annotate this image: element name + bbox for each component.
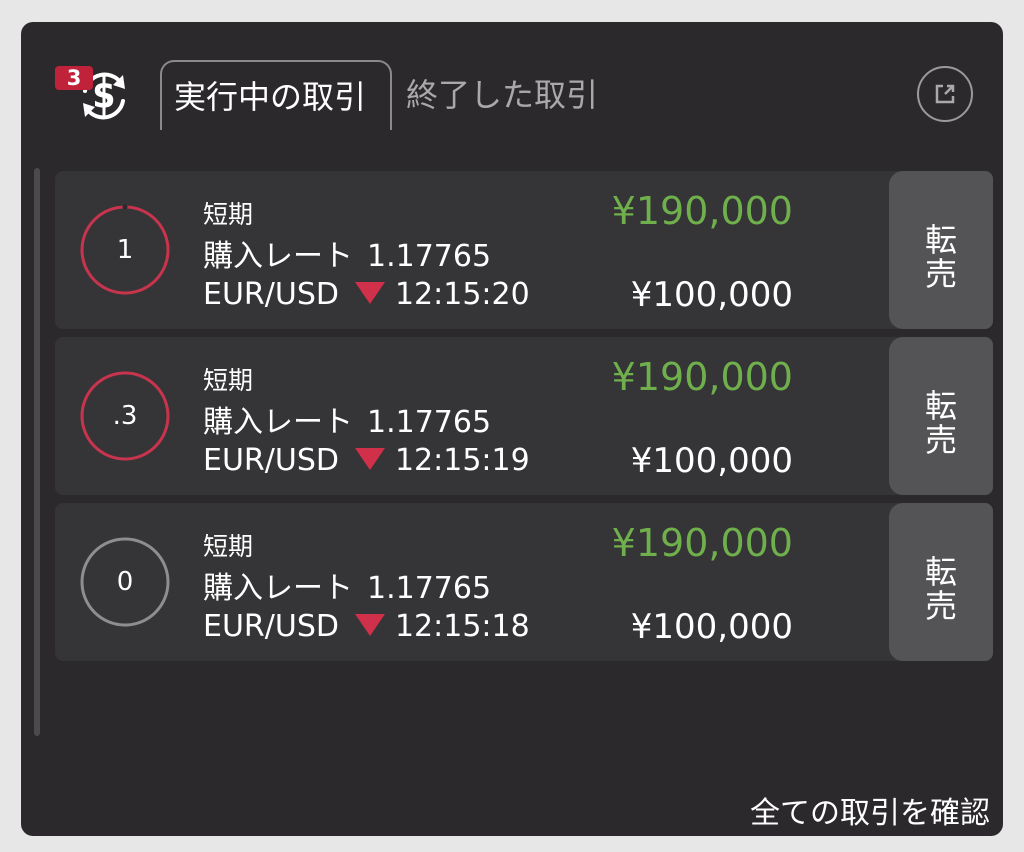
trade-time: 12:15:18 [394, 609, 530, 644]
trade-row: .3 短期 購入レート 1.17765 EUR/USD 12:15:19 ¥190,… [55, 337, 993, 495]
rate-label: 購入レート [203, 571, 353, 606]
rate-value: 1.17765 [367, 405, 492, 440]
resell-button[interactable]: 転 売 [889, 171, 993, 329]
resell-label-2: 売 [924, 421, 957, 459]
purchase-rate: 購入レート 1.17765 [203, 231, 491, 275]
trade-row: 1 短期 購入レート 1.17765 EUR/USD 12:15:20 ¥190,0… [55, 171, 993, 329]
currency-pair: EUR/USD [203, 277, 339, 312]
invested-amount: ¥100,000 [630, 607, 793, 647]
open-external-button[interactable] [917, 66, 973, 122]
currency-pair: EUR/USD [203, 609, 339, 644]
resell-label-2: 売 [924, 255, 957, 293]
down-arrow-icon [354, 281, 385, 304]
rate-label: 購入レート [203, 405, 353, 440]
trade-term: 短期 [203, 366, 254, 395]
list-scrollbar[interactable] [34, 168, 40, 736]
countdown-value: 1 [116, 235, 134, 265]
view-all-trades-link[interactable]: 全ての取引を確認 [750, 788, 990, 832]
resell-label-2: 売 [924, 587, 957, 625]
tab-closed-trades[interactable]: 終了した取引 [406, 60, 598, 130]
trade-time: 12:15:19 [394, 443, 530, 478]
invested-amount: ¥100,000 [630, 441, 793, 481]
countdown-value: .3 [112, 401, 138, 431]
purchase-rate: 購入レート 1.17765 [203, 397, 491, 441]
trade-term: 短期 [203, 200, 254, 229]
pair-info: EUR/USD 12:15:20 [203, 277, 530, 312]
tab-active-trades[interactable]: 実行中の取引 [160, 60, 392, 130]
countdown-ring: 0 [79, 536, 171, 628]
countdown-ring: 1 [79, 204, 171, 296]
payout-amount: ¥190,000 [611, 521, 793, 565]
currency-pair: EUR/USD [203, 443, 339, 478]
payout-amount: ¥190,000 [611, 355, 793, 399]
down-arrow-icon [354, 613, 385, 636]
open-trades-badge: 3 [55, 66, 93, 90]
resell-button[interactable]: 転 売 [889, 503, 993, 661]
resell-button[interactable]: 転 売 [889, 337, 993, 495]
trade-time: 12:15:20 [394, 277, 530, 312]
invested-amount: ¥100,000 [630, 275, 793, 315]
purchase-rate: 購入レート 1.17765 [203, 563, 491, 607]
countdown-ring: .3 [79, 370, 171, 462]
trade-counter: S 3 [55, 40, 135, 128]
external-link-icon [935, 84, 955, 104]
countdown-value: 0 [116, 567, 134, 597]
rate-value: 1.17765 [367, 239, 492, 274]
rate-value: 1.17765 [367, 571, 492, 606]
down-arrow-icon [354, 447, 385, 470]
trade-term: 短期 [203, 532, 254, 561]
trade-row: 0 短期 購入レート 1.17765 EUR/USD 12:15:18 ¥190,0… [55, 503, 993, 661]
pair-info: EUR/USD 12:15:19 [203, 443, 530, 478]
payout-amount: ¥190,000 [611, 189, 793, 233]
pair-info: EUR/USD 12:15:18 [203, 609, 530, 644]
rate-label: 購入レート [203, 239, 353, 274]
